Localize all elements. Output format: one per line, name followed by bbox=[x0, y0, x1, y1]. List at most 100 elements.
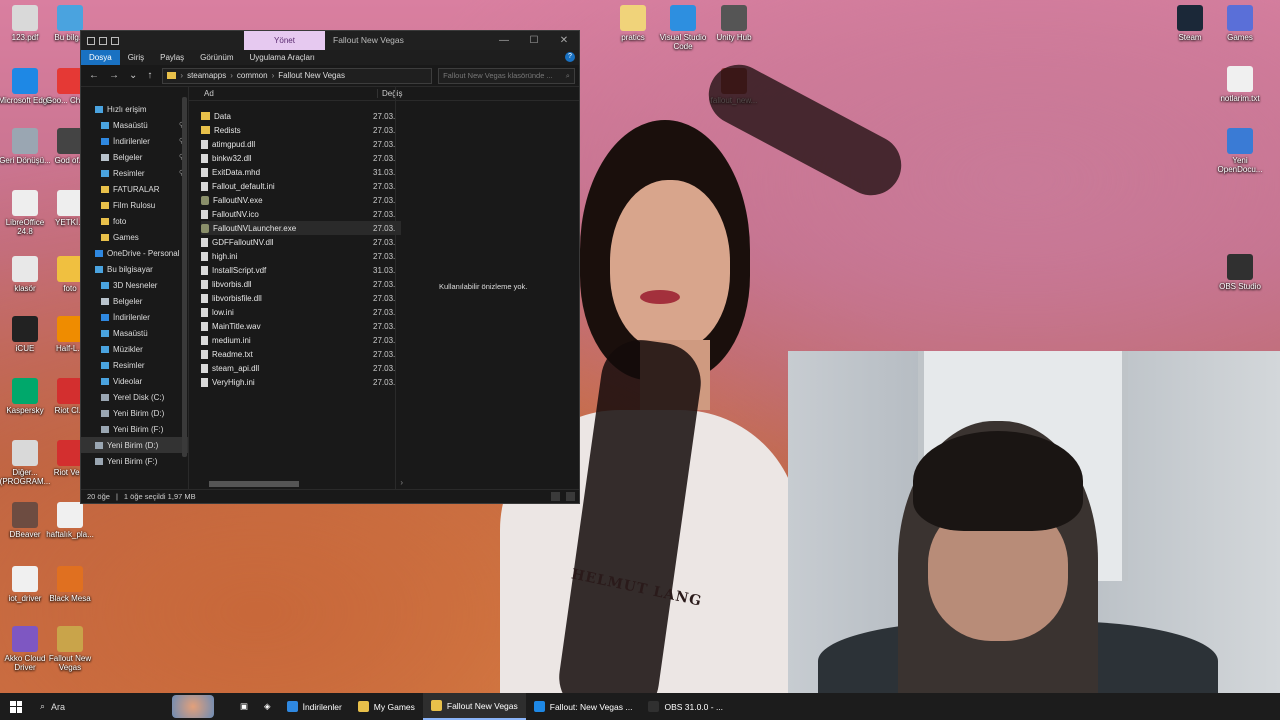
forward-icon[interactable]: → bbox=[109, 70, 119, 81]
column-name[interactable]: Ad bbox=[204, 89, 214, 98]
nav-item-belgeler[interactable]: Belgeler⚲ bbox=[81, 149, 188, 165]
taskbar-item-fallout-new-vegas[interactable]: Fallout New Vegas bbox=[422, 693, 526, 720]
file-row[interactable]: FalloutNVLauncher.exe 27.03. bbox=[201, 221, 401, 235]
desktop-icon-label: Fallout New Vegas bbox=[48, 654, 92, 672]
file-row[interactable]: Fallout_default.ini 27.03. bbox=[201, 179, 401, 193]
start-button[interactable] bbox=[0, 693, 32, 720]
tab-giris[interactable]: Giriş bbox=[120, 50, 152, 65]
breadcrumb-fallout-new-vegas[interactable]: Fallout New Vegas bbox=[278, 71, 345, 80]
nav-item-videolar[interactable]: Videolar bbox=[81, 373, 188, 389]
desktop-icon-obs-studio[interactable]: OBS Studio bbox=[1212, 254, 1268, 291]
details-view-icon[interactable] bbox=[551, 492, 560, 501]
nav-item-yeni-birim-d[interactable]: Yeni Birim (D:) bbox=[81, 437, 188, 453]
nav-item-games[interactable]: Games bbox=[81, 229, 188, 245]
desktop-icon-notlarim-txt[interactable]: notlarim.txt bbox=[1212, 66, 1268, 103]
maximize-button[interactable]: ☐ bbox=[519, 31, 549, 50]
desktop-icon-black-mesa[interactable]: Black Mesa bbox=[42, 566, 98, 603]
nav-item-bu-bilgisayar[interactable]: Bu bilgisayar bbox=[81, 261, 188, 277]
nav-item-i-ndirilenler[interactable]: İndirilenler⚲ bbox=[81, 133, 188, 149]
desktop-icon-haftal-k-pla[interactable]: haftalık_pla... bbox=[42, 502, 98, 539]
nav-item-yeni-birim-f[interactable]: Yeni Birim (F:) bbox=[81, 453, 188, 469]
taskbar-item-my-games[interactable]: My Games bbox=[350, 693, 423, 720]
properties-icon[interactable] bbox=[99, 36, 107, 45]
file-row[interactable]: FalloutNV.exe 27.03. bbox=[201, 193, 401, 207]
file-icon bbox=[201, 293, 208, 303]
file-row[interactable]: low.ini 27.03. bbox=[201, 305, 401, 319]
nav-item-faturalar[interactable]: FATURALAR bbox=[81, 181, 188, 197]
recent-locations-icon[interactable]: ⌄ bbox=[129, 70, 137, 81]
manage-tab[interactable]: Yönet bbox=[244, 31, 325, 50]
desktop-icon-unity-hub[interactable]: Unity Hub bbox=[706, 5, 762, 42]
copilot-icon[interactable]: ◈ bbox=[256, 693, 279, 720]
search-box[interactable]: Fallout New Vegas klasöründe ... ⌕ bbox=[438, 67, 575, 84]
file-row[interactable]: steam_api.dll 27.03. bbox=[201, 361, 401, 375]
preview-divider[interactable] bbox=[395, 87, 396, 489]
nav-item-h-zl-eri-im[interactable]: Hızlı erişim bbox=[81, 101, 188, 117]
file-row[interactable]: VeryHigh.ini 27.03. bbox=[201, 375, 401, 389]
back-icon[interactable]: ← bbox=[89, 70, 99, 81]
file-row[interactable]: libvorbisfile.dll 27.03. bbox=[201, 291, 401, 305]
nav-item-yerel-disk-c[interactable]: Yerel Disk (C:) bbox=[81, 389, 188, 405]
address-bar[interactable]: › steamapps › common › Fallout New Vegas bbox=[162, 67, 433, 84]
nav-item-onedrive-personal[interactable]: OneDrive - Personal bbox=[81, 245, 188, 261]
file-row[interactable]: ExitData.mhd 31.03. bbox=[201, 165, 401, 179]
tab-gorunum[interactable]: Görünüm bbox=[192, 50, 241, 65]
breadcrumb-steamapps[interactable]: steamapps bbox=[187, 71, 226, 80]
file-row[interactable]: binkw32.dll 27.03. bbox=[201, 151, 401, 165]
large-icons-view-icon[interactable] bbox=[566, 492, 575, 501]
folder-icon[interactable] bbox=[87, 36, 95, 45]
desktop-icon-yeni-opendocu[interactable]: Yeni OpenDocu... bbox=[1212, 128, 1268, 174]
desktop-icon-pratics[interactable]: pratics bbox=[605, 5, 661, 42]
up-icon[interactable]: ↑ bbox=[147, 70, 152, 81]
tab-dosya[interactable]: Dosya bbox=[81, 50, 120, 65]
breadcrumb-common[interactable]: common bbox=[237, 71, 268, 80]
nav-item-film-rulosu[interactable]: Film Rulosu bbox=[81, 197, 188, 213]
nav-scrollbar[interactable] bbox=[182, 97, 187, 457]
nav-item-i-ndirilenler[interactable]: İndirilenler bbox=[81, 309, 188, 325]
task-view-icon[interactable]: ▣ bbox=[232, 693, 256, 720]
nav-item-masa-st[interactable]: Masaüstü⚲ bbox=[81, 117, 188, 133]
file-row[interactable]: GDFFalloutNV.dll 27.03. bbox=[201, 235, 401, 249]
minimize-button[interactable]: — bbox=[489, 31, 519, 50]
file-row[interactable]: Data 27.03. bbox=[201, 109, 401, 123]
file-row[interactable]: high.ini 27.03. bbox=[201, 249, 401, 263]
help-icon[interactable]: ? bbox=[565, 52, 575, 62]
scroll-thumb[interactable] bbox=[209, 481, 299, 487]
file-row[interactable]: FalloutNV.ico 27.03. bbox=[201, 207, 401, 221]
close-button[interactable]: ✕ bbox=[549, 31, 579, 50]
nav-item-resimler[interactable]: Resimler bbox=[81, 357, 188, 373]
desktop-icon-steam[interactable]: Steam bbox=[1162, 5, 1218, 42]
nav-item-3d-nesneler[interactable]: 3D Nesneler bbox=[81, 277, 188, 293]
taskbar-search[interactable]: ⌕ Ara bbox=[32, 693, 232, 720]
column-date[interactable]: Değiş bbox=[377, 89, 402, 98]
nav-item-belgeler[interactable]: Belgeler bbox=[81, 293, 188, 309]
taskbar-item-i-ndirilenler[interactable]: İndirilenler bbox=[279, 693, 350, 720]
new-folder-icon[interactable] bbox=[111, 36, 119, 45]
nav-item-foto[interactable]: foto bbox=[81, 213, 188, 229]
desktop-icon-games[interactable]: Games bbox=[1212, 5, 1268, 42]
nav-item-yeni-birim-f[interactable]: Yeni Birim (F:) bbox=[81, 421, 188, 437]
m-zikler-icon bbox=[101, 345, 109, 353]
horizontal-scrollbar[interactable]: › bbox=[209, 478, 403, 487]
scroll-right-icon[interactable]: › bbox=[400, 478, 403, 487]
file-row[interactable]: Redists 27.03. bbox=[201, 123, 401, 137]
nav-item-resimler[interactable]: Resimler⚲ bbox=[81, 165, 188, 181]
desktop-icon-fallout-new-vegas[interactable]: Fallout New Vegas bbox=[42, 626, 98, 672]
file-row[interactable]: MainTitle.wav 27.03. bbox=[201, 319, 401, 333]
nav-item-label: Yeni Birim (D:) bbox=[113, 408, 165, 418]
tab-paylas[interactable]: Paylaş bbox=[152, 50, 192, 65]
file-name: libvorbisfile.dll bbox=[212, 293, 262, 303]
desktop-icon-visual-studio-code[interactable]: Visual Studio Code bbox=[655, 5, 711, 51]
nav-item-yeni-birim-d[interactable]: Yeni Birim (D:) bbox=[81, 405, 188, 421]
file-row[interactable]: InstallScript.vdf 31.03. bbox=[201, 263, 401, 277]
nav-item-m-zikler[interactable]: Müzikler bbox=[81, 341, 188, 357]
nav-item-masa-st[interactable]: Masaüstü bbox=[81, 325, 188, 341]
file-icon bbox=[201, 181, 208, 191]
file-row[interactable]: medium.ini 27.03. bbox=[201, 333, 401, 347]
taskbar-item-fallout-new-vegas[interactable]: Fallout: New Vegas ... bbox=[526, 693, 641, 720]
file-row[interactable]: Readme.txt 27.03. bbox=[201, 347, 401, 361]
file-row[interactable]: atimgpud.dll 27.03. bbox=[201, 137, 401, 151]
file-row[interactable]: libvorbis.dll 27.03. bbox=[201, 277, 401, 291]
taskbar-item-obs-31-0-0[interactable]: OBS 31.0.0 - ... bbox=[640, 693, 731, 720]
tab-uygulama-araclari[interactable]: Uygulama Araçları bbox=[242, 50, 323, 65]
